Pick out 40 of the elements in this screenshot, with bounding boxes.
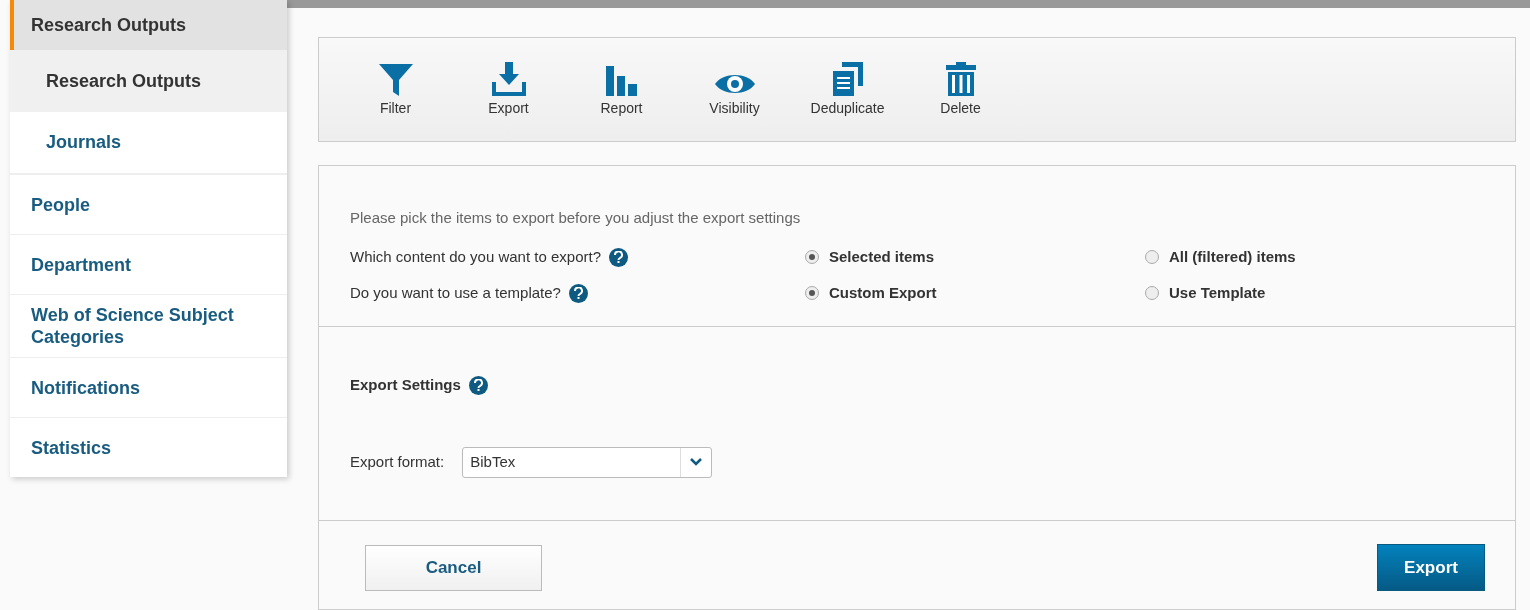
documents-icon (832, 62, 863, 96)
sidebar-item[interactable]: Statistics (10, 417, 287, 477)
sidebar-item[interactable]: Notifications (10, 357, 287, 417)
download-icon (491, 62, 526, 96)
toolbar-delete-button[interactable]: Delete (904, 62, 1017, 122)
help-icon[interactable] (568, 283, 588, 303)
radio-option[interactable]: All (filtered) items (1145, 245, 1296, 269)
cancel-button[interactable]: Cancel (365, 544, 542, 591)
radio-option[interactable]: Use Template (1145, 281, 1266, 305)
sidebar-subitem[interactable]: Research Outputs (10, 50, 287, 112)
sidebar-subitem[interactable]: Journals (10, 112, 287, 174)
sidebar-item[interactable]: People (10, 174, 287, 234)
field-label: Export format: (350, 451, 445, 472)
instruction-text: Please pick the items to export before you adjust the export settings (350, 208, 802, 227)
question-label: Do you want to use a template? (350, 282, 561, 303)
radio-option[interactable]: Custom Export (805, 281, 1145, 305)
help-icon[interactable] (609, 247, 628, 267)
format-dropdown[interactable]: BibTex (462, 446, 713, 478)
radio-button[interactable] (1145, 250, 1159, 264)
radio-button[interactable] (1145, 286, 1159, 300)
chevron-down-icon (690, 458, 703, 466)
export-button[interactable]: Export (1377, 544, 1485, 591)
sidebar-item[interactable]: Department (10, 234, 287, 294)
sidebar-item[interactable]: Web of Science Subject Categories (10, 294, 287, 357)
radio-option[interactable]: Selected items (805, 245, 1145, 269)
toolbar-visibility-button[interactable]: Visibility (678, 62, 791, 122)
toolbar-deduplicate-button[interactable]: Deduplicate (791, 62, 904, 122)
trash-icon (945, 62, 976, 96)
toolbar-report-button[interactable]: Report (565, 62, 678, 122)
toolbar-filter-button[interactable]: Filter (339, 62, 452, 122)
help-icon[interactable] (468, 375, 488, 395)
filter-icon (378, 62, 413, 96)
sidebar-item[interactable]: Research Outputs (10, 0, 287, 50)
toolbar-export-button[interactable]: Export (452, 62, 565, 122)
radio-button[interactable] (805, 250, 819, 264)
question-label: Which content do you want to export? (350, 246, 601, 267)
bar-chart-icon (605, 66, 638, 96)
eye-icon (714, 72, 755, 96)
radio-button[interactable] (805, 286, 819, 300)
section-title: Export Settings (350, 375, 461, 395)
